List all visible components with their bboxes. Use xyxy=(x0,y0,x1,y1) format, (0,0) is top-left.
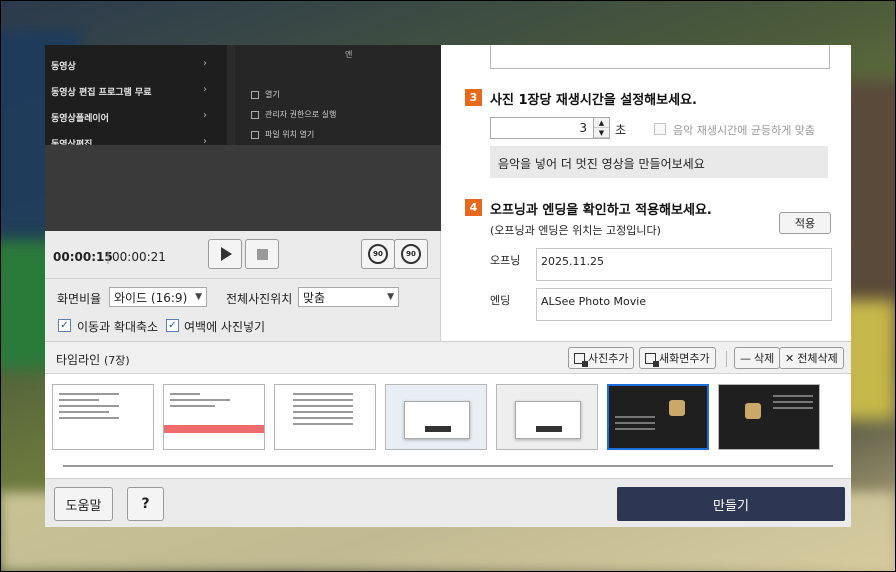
previous-section-box xyxy=(490,45,830,69)
step-4-badge: 4 xyxy=(465,199,482,216)
photo-position-label: 전체사진위치 xyxy=(226,292,293,306)
stop-icon xyxy=(256,248,268,260)
help-button[interactable]: 도움말 xyxy=(54,487,113,521)
zoom-pan-checkbox[interactable]: ✓ xyxy=(58,319,71,332)
zoom-pan-label: 이동과 확대축소 xyxy=(77,320,159,334)
fill-margin-checkbox[interactable]: ✓ xyxy=(166,319,179,332)
duration-value: 3 xyxy=(579,121,587,135)
timeline-thumbnail-selected[interactable] xyxy=(607,384,709,450)
preview-context-item: 파일 위치 열기 xyxy=(251,129,314,140)
timeline-thumbnail[interactable] xyxy=(52,384,154,450)
delete-button[interactable]: — 삭제 xyxy=(734,347,781,369)
preview-menu-item: 동영상 편집 프로그램 무료 xyxy=(51,88,152,98)
fill-margin-label: 여백에 사진넣기 xyxy=(184,320,266,334)
preview-search-panel: 동영상 › 동영상 편집 프로그램 무료 › 동영상플레이어 › 동영상편집 › xyxy=(45,45,227,150)
timeline-title: 타임라인 (7장) xyxy=(56,353,130,367)
chevron-down-icon: ▼ xyxy=(387,292,394,302)
music-sync-label: 음악 재생시간에 균등하게 맞춤 xyxy=(673,124,816,137)
chevron-down-icon[interactable]: ▼ xyxy=(594,128,609,138)
photo-movie-dialog: 동영상 › 동영상 편집 프로그램 무료 › 동영상플레이어 › 동영상편집 ›… xyxy=(45,45,851,527)
duration-unit: 초 xyxy=(615,123,627,137)
step-4-title: 오프닝과 엔딩을 확인하고 적용해보세요. xyxy=(490,203,712,218)
rotate-right-button[interactable]: 90 xyxy=(394,239,428,269)
folder-icon xyxy=(251,130,259,139)
chevron-right-icon: › xyxy=(203,110,207,121)
close-icon: ✕ xyxy=(785,351,795,365)
preview-menu-item: 동영상플레이어 xyxy=(51,114,109,124)
chevron-down-icon: ▼ xyxy=(195,292,202,302)
timeline-thumbnail[interactable] xyxy=(496,384,598,450)
preview-context-item: 관리자 권한으로 실행 xyxy=(251,109,336,120)
aspect-ratio-label: 화면비율 xyxy=(57,292,102,306)
timeline-thumbnail[interactable] xyxy=(163,384,265,450)
timeline-thumbnail[interactable] xyxy=(274,384,376,450)
minus-icon: — xyxy=(740,351,751,365)
playback-controls: 00:00:15 | 00:00:21 90 90 화면비율 와이드 (16:9… xyxy=(45,231,441,341)
chevron-right-icon: › xyxy=(203,58,207,69)
preview-context-item: 열기 xyxy=(251,89,280,100)
rotate-right-icon: 90 xyxy=(401,244,421,264)
total-time: 00:00:21 xyxy=(112,250,166,264)
timeline-thumbnails xyxy=(45,374,851,478)
add-screen-icon xyxy=(645,352,659,367)
question-button[interactable]: ? xyxy=(127,487,164,521)
ending-field[interactable]: ALSee Photo Movie xyxy=(536,288,832,321)
add-photo-icon xyxy=(574,352,588,367)
time-separator: | xyxy=(106,250,111,264)
add-screen-button[interactable]: 새화면추가 xyxy=(639,347,716,369)
ending-label: 엔딩 xyxy=(490,294,511,307)
music-sync-checkbox[interactable] xyxy=(654,123,666,135)
chevron-right-icon: › xyxy=(203,84,207,95)
rotate-left-icon: 90 xyxy=(368,244,388,264)
preview-screen: 동영상 › 동영상 편집 프로그램 무료 › 동영상플레이어 › 동영상편집 ›… xyxy=(45,45,441,231)
photo-position-select[interactable]: 맞춤 ▼ xyxy=(298,287,399,307)
timeline-toolbar: 타임라인 (7장) 사진추가 새화면추가 — 삭제 ✕ 전체삭제 xyxy=(45,341,851,374)
dialog-footer: 도움말 ? 만들기 xyxy=(45,478,851,527)
add-photo-button[interactable]: 사진추가 xyxy=(568,347,635,369)
preview-menu-item: 동영상 xyxy=(51,62,76,72)
music-hint: 음악을 넣어 더 멋진 영상을 만들어보세요 xyxy=(490,146,828,178)
timeline-thumbnail[interactable] xyxy=(385,384,487,450)
step-4-note: (오프닝과 엔딩은 위치는 고정입니다) xyxy=(490,224,661,237)
stepper-buttons[interactable]: ▲ ▼ xyxy=(593,118,609,138)
step-3-title: 사진 1장당 재생시간을 설정해보세요. xyxy=(490,93,697,108)
aspect-ratio-select[interactable]: 와이드 (16:9) ▼ xyxy=(109,287,207,307)
divider xyxy=(45,278,441,279)
chevron-up-icon[interactable]: ▲ xyxy=(594,118,609,128)
divider xyxy=(726,351,727,367)
stop-button[interactable] xyxy=(245,239,279,269)
timeline-scrollbar[interactable] xyxy=(63,465,833,467)
duration-stepper[interactable]: 3 ▲ ▼ xyxy=(490,117,610,139)
open-icon xyxy=(251,90,259,99)
shield-icon xyxy=(251,110,259,119)
opening-label: 오프닝 xyxy=(490,254,521,267)
current-time: 00:00:15 xyxy=(53,250,113,264)
rotate-left-button[interactable]: 90 xyxy=(361,239,395,269)
timeline-thumbnail[interactable] xyxy=(718,384,820,450)
play-icon xyxy=(221,247,232,261)
preview-context-header: 엔 xyxy=(345,50,353,59)
play-button[interactable] xyxy=(208,239,242,269)
delete-all-button[interactable]: ✕ 전체삭제 xyxy=(779,347,844,369)
settings-panel: 3 사진 1장당 재생시간을 설정해보세요. 3 ▲ ▼ 초 음악 재생시간에 … xyxy=(441,45,851,341)
make-button[interactable]: 만들기 xyxy=(617,487,845,521)
apply-button[interactable]: 적용 xyxy=(779,212,831,234)
step-3-badge: 3 xyxy=(465,89,482,106)
opening-field[interactable]: 2025.11.25 xyxy=(536,248,832,281)
preview-lower-area xyxy=(45,145,441,231)
